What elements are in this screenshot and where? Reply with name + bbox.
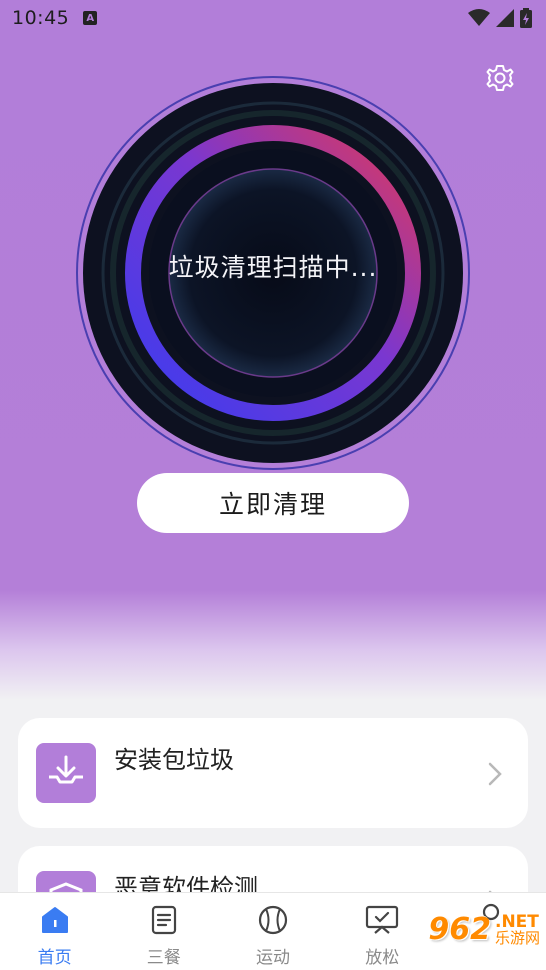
chevron-right-icon [488, 762, 502, 786]
card-title: 安装包垃圾 [114, 746, 234, 774]
status-bar: 10:45 A [0, 0, 546, 36]
tab-home[interactable]: 首页 [0, 893, 109, 970]
tab-meals[interactable]: 三餐 [109, 893, 218, 970]
tab-sports[interactable]: 运动 [218, 893, 327, 970]
settings-button[interactable] [484, 62, 516, 94]
tab-relax[interactable]: 放松 [328, 893, 437, 970]
tab-label: 放松 [365, 948, 400, 968]
gear-icon [486, 65, 514, 91]
screen-check-icon [366, 905, 399, 934]
tab-label: 首页 [37, 948, 72, 968]
ball-icon [258, 905, 288, 935]
status-time: 10:45 [12, 7, 70, 29]
tab-label: 运动 [256, 948, 290, 968]
scan-status-text: 垃圾清理扫描中... [168, 253, 378, 282]
clean-now-button[interactable]: 立即清理 [137, 473, 409, 533]
watermark-suffix: .NET [494, 911, 539, 932]
watermark-site: 乐游网 [494, 928, 540, 947]
package-download-icon [36, 743, 96, 803]
watermark-number: 962 [428, 912, 491, 947]
tab-label: 三餐 [146, 948, 181, 968]
site-watermark: 962 .NET 乐游网 [428, 912, 540, 947]
signal-icon [496, 9, 514, 27]
home-icon [41, 907, 68, 933]
card-package-junk[interactable]: 安装包垃圾 [18, 718, 528, 828]
document-icon [151, 905, 176, 935]
wifi-icon [468, 9, 490, 26]
notification-badge-icon: A [83, 11, 98, 25]
battery-icon [520, 8, 532, 28]
